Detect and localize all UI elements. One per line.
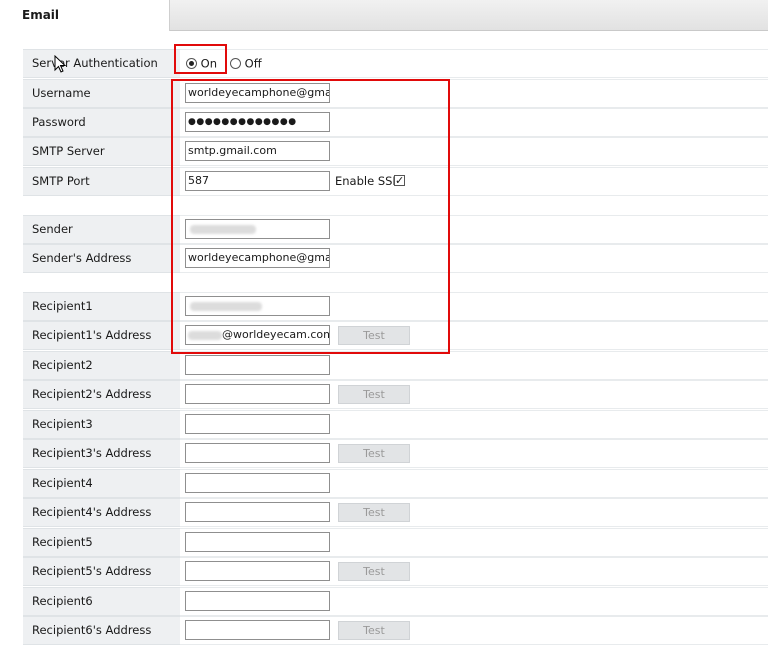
- recipient5-test-button[interactable]: Test: [338, 562, 410, 581]
- recipient6-label: Recipient6: [23, 587, 180, 616]
- recipient2-input[interactable]: [185, 355, 330, 375]
- recipient5-address-row: Recipient5's Address Test: [0, 557, 768, 586]
- recipient6-address-input[interactable]: [185, 620, 330, 640]
- auth-on-radio[interactable]: On: [186, 56, 217, 71]
- recipient1-input[interactable]: [185, 296, 330, 316]
- auth-off-label: Off: [244, 56, 262, 71]
- auth-off-radio[interactable]: Off: [230, 56, 262, 71]
- sender-row: Sender: [0, 215, 768, 244]
- recipient2-row: Recipient2: [0, 351, 768, 380]
- recipient5-row: Recipient5: [0, 528, 768, 557]
- username-label: Username: [23, 79, 180, 108]
- recipient4-address-input[interactable]: [185, 502, 330, 522]
- redacted-text: [190, 301, 262, 311]
- recipient3-address-input[interactable]: [185, 443, 330, 463]
- sender-input[interactable]: [185, 219, 330, 239]
- mouse-cursor-icon: [54, 55, 67, 73]
- recipient3-row: Recipient3: [0, 410, 768, 439]
- radio-unselected-icon[interactable]: [230, 58, 241, 69]
- smtp-port-label: SMTP Port: [23, 167, 180, 196]
- recipient5-label: Recipient5: [23, 528, 180, 557]
- sender-address-row: Sender's Address worldeyecamphone@gma: [0, 244, 768, 273]
- recipient6-test-button[interactable]: Test: [338, 621, 410, 640]
- redacted-text: [188, 330, 222, 340]
- tab-email[interactable]: Email: [0, 0, 170, 31]
- recipient2-label: Recipient2: [23, 351, 180, 380]
- recipient4-row: Recipient4: [0, 469, 768, 498]
- recipient6-address-label: Recipient6's Address: [23, 616, 180, 645]
- recipient3-address-label: Recipient3's Address: [23, 439, 180, 468]
- recipient5-input[interactable]: [185, 532, 330, 552]
- recipient4-label: Recipient4: [23, 469, 180, 498]
- sender-label: Sender: [23, 215, 180, 244]
- smtp-server-label: SMTP Server: [23, 137, 180, 166]
- enable-ssl-label: Enable SSL: [335, 174, 399, 188]
- recipient6-address-row: Recipient6's Address Test: [0, 616, 768, 645]
- recipient2-address-row: Recipient2's Address Test: [0, 380, 768, 409]
- recipient4-test-button[interactable]: Test: [338, 503, 410, 522]
- smtp-server-row: SMTP Server smtp.gmail.com: [0, 137, 768, 166]
- password-row: Password ●●●●●●●●●●●●●: [0, 108, 768, 137]
- recipient1-test-button[interactable]: Test: [338, 326, 410, 345]
- recipient1-label: Recipient1: [23, 292, 180, 321]
- recipient4-address-label: Recipient4's Address: [23, 498, 180, 527]
- recipient1-row: Recipient1: [0, 292, 768, 321]
- smtp-port-row: SMTP Port 587 Enable SSL ✓: [0, 167, 768, 196]
- smtp-port-input[interactable]: 587: [185, 171, 330, 191]
- recipient5-address-label: Recipient5's Address: [23, 557, 180, 586]
- tab-bar: Email: [0, 0, 768, 31]
- enable-ssl-checkbox[interactable]: ✓: [394, 175, 405, 186]
- recipient6-input[interactable]: [185, 591, 330, 611]
- recipient3-label: Recipient3: [23, 410, 180, 439]
- server-authentication-row: Server Authentication On Off: [0, 49, 768, 78]
- radio-selected-icon[interactable]: [186, 58, 197, 69]
- password-label: Password: [23, 108, 180, 137]
- sender-address-input[interactable]: worldeyecamphone@gma: [185, 248, 330, 268]
- recipient5-address-input[interactable]: [185, 561, 330, 581]
- recipient2-address-label: Recipient2's Address: [23, 380, 180, 409]
- redacted-text: [190, 224, 256, 234]
- recipient3-input[interactable]: [185, 414, 330, 434]
- sender-address-label: Sender's Address: [23, 244, 180, 273]
- recipient1-address-input[interactable]: @worldeyecam.com: [185, 325, 330, 345]
- username-input[interactable]: worldeyecamphone@gma: [185, 83, 330, 103]
- smtp-server-input[interactable]: smtp.gmail.com: [185, 141, 330, 161]
- recipient4-address-row: Recipient4's Address Test: [0, 498, 768, 527]
- server-authentication-label: Server Authentication: [23, 49, 180, 78]
- recipient3-test-button[interactable]: Test: [338, 444, 410, 463]
- recipient4-input[interactable]: [185, 473, 330, 493]
- recipient1-address-label: Recipient1's Address: [23, 321, 180, 350]
- username-row: Username worldeyecamphone@gma: [0, 79, 768, 108]
- recipient6-row: Recipient6: [0, 587, 768, 616]
- recipient2-test-button[interactable]: Test: [338, 385, 410, 404]
- auth-on-label: On: [200, 56, 217, 71]
- password-input[interactable]: ●●●●●●●●●●●●●: [185, 112, 330, 132]
- recipient3-address-row: Recipient3's Address Test: [0, 439, 768, 468]
- recipient2-address-input[interactable]: [185, 384, 330, 404]
- recipient1-address-row: Recipient1's Address @worldeyecam.com Te…: [0, 321, 768, 350]
